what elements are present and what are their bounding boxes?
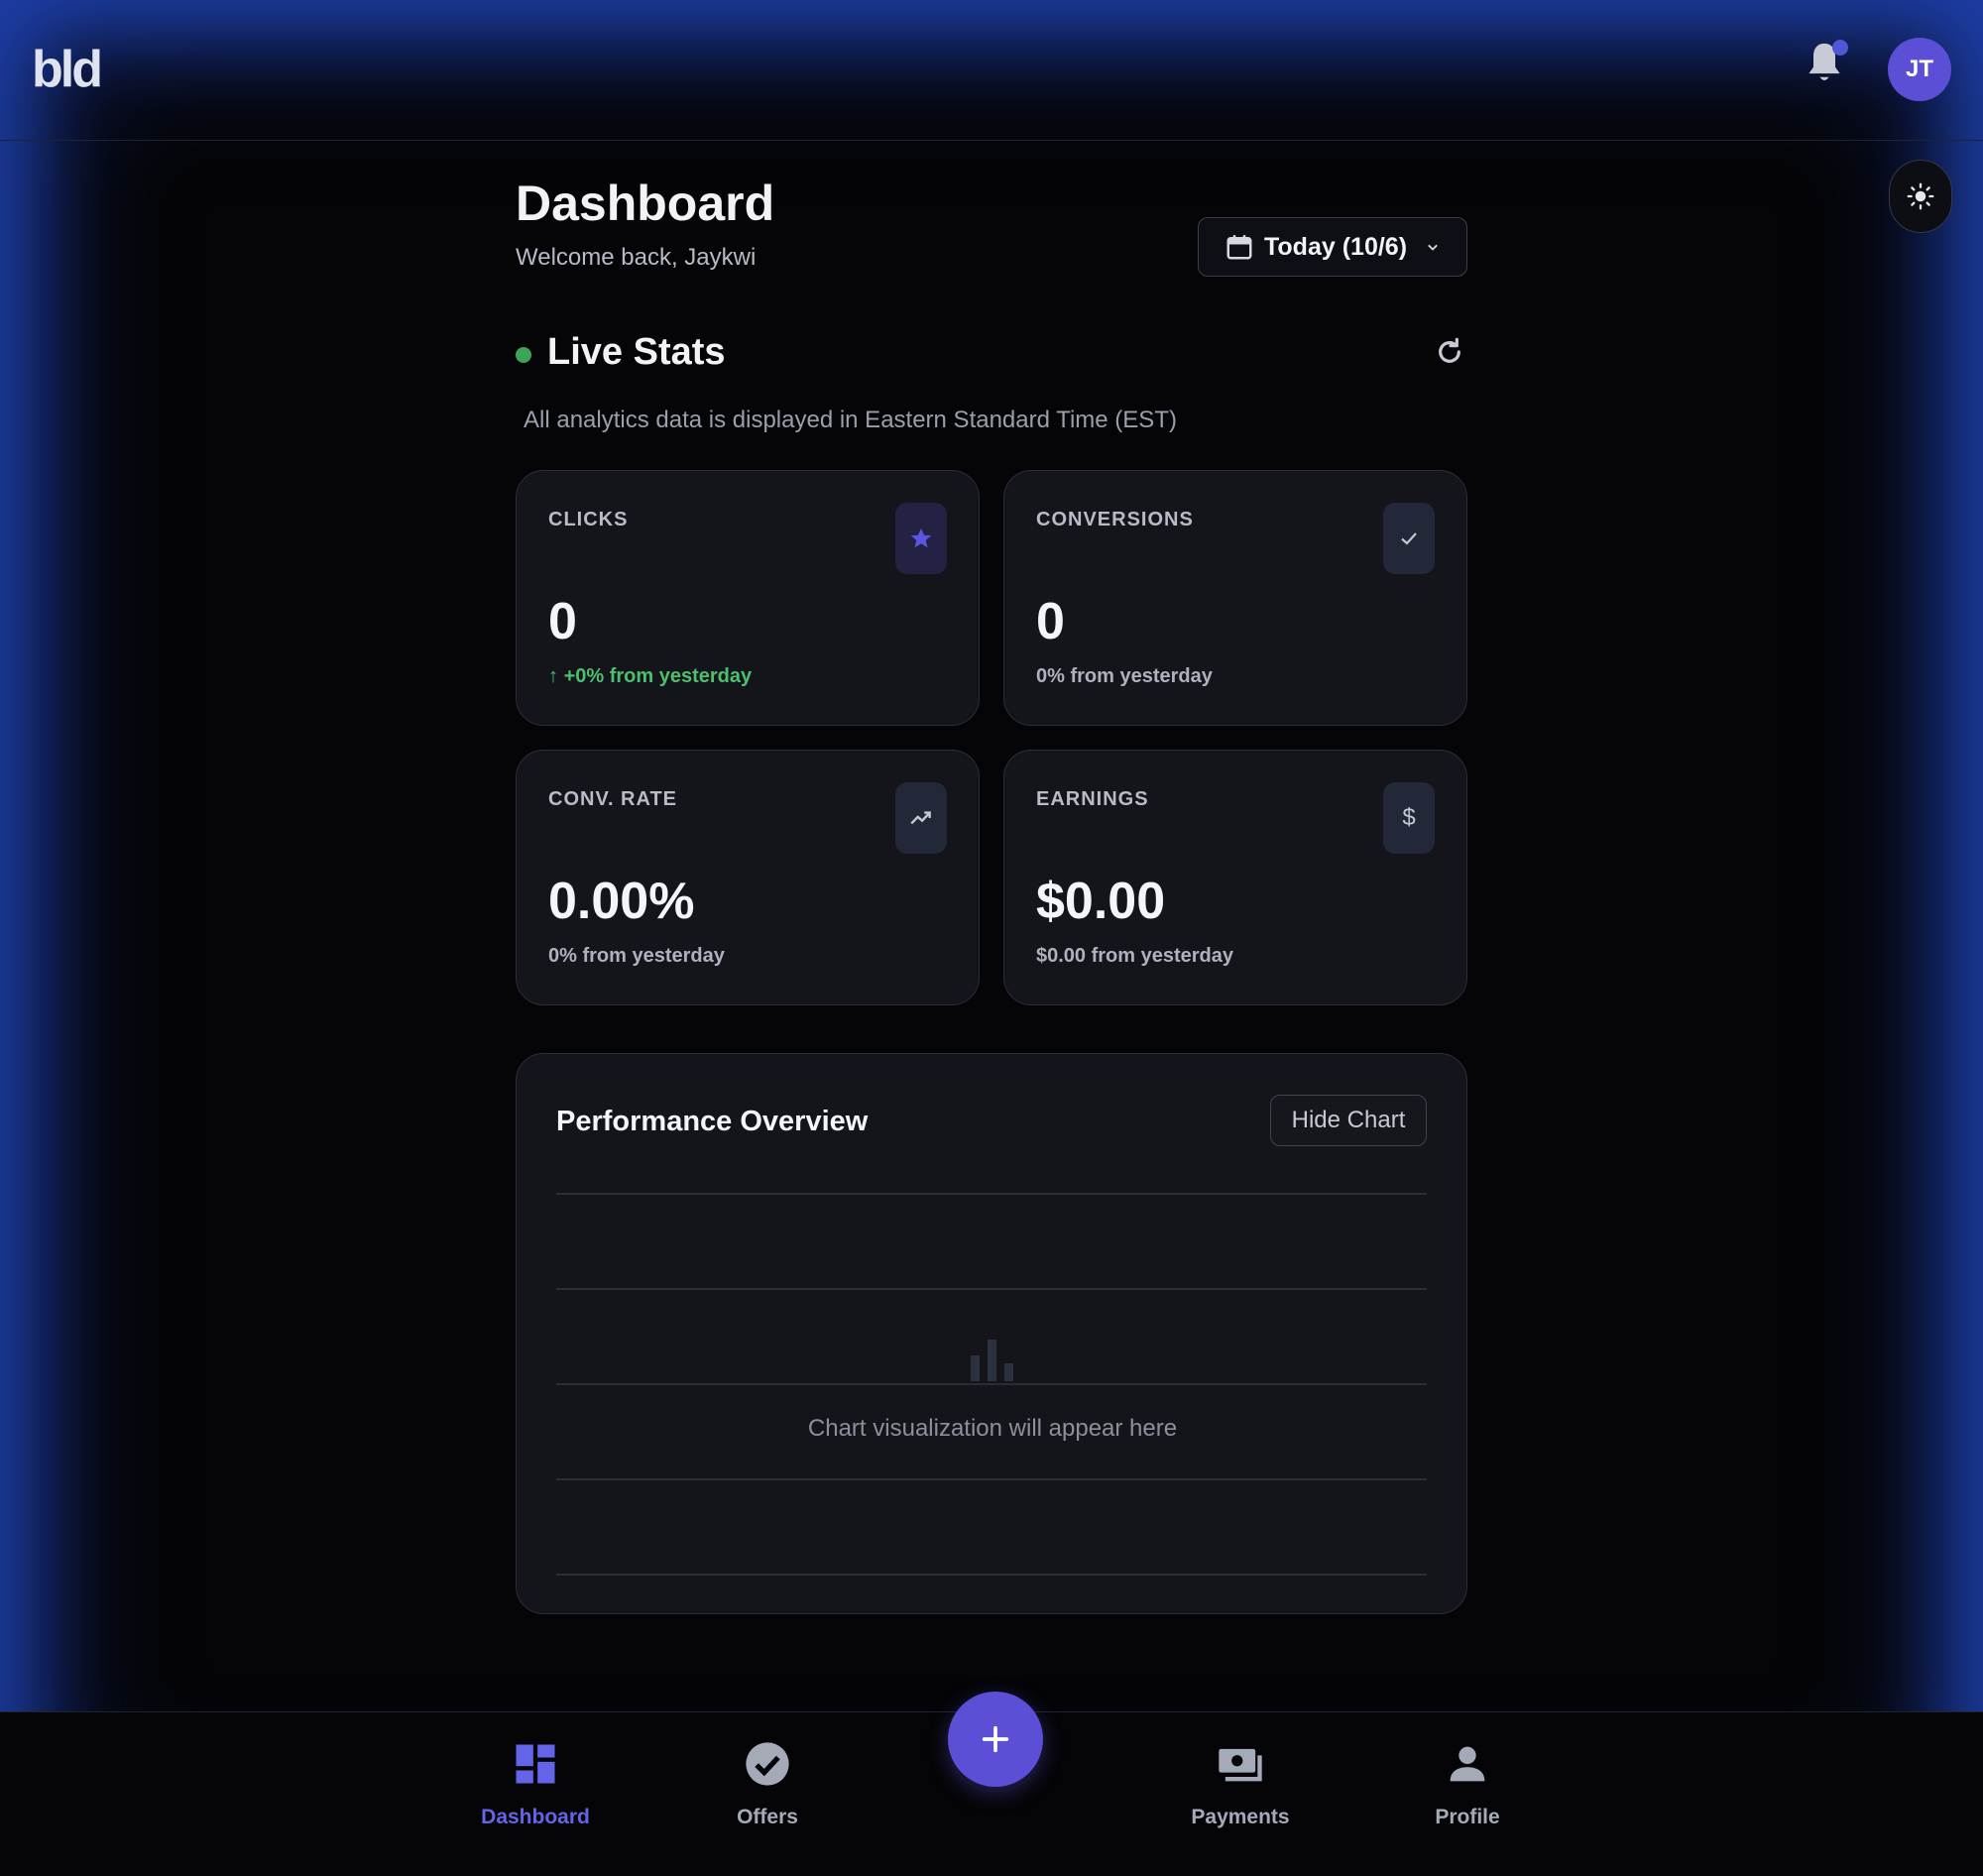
person-icon <box>1450 1746 1485 1782</box>
theme-toggle-button[interactable] <box>1889 160 1952 233</box>
nav-label: Payments <box>1191 1806 1290 1828</box>
stat-card-change: 0% from yesterday <box>548 945 725 967</box>
check-icon <box>1383 503 1435 574</box>
chart-gridline <box>556 1383 1427 1385</box>
performance-title: Performance Overview <box>556 1106 869 1137</box>
dashboard-icon <box>516 1744 555 1784</box>
nav-item-profile[interactable]: Profile <box>1388 1738 1547 1847</box>
date-filter-button[interactable]: Today (10/6) <box>1198 217 1467 277</box>
date-filter-label: Today (10/6) <box>1264 232 1408 261</box>
calendar-icon <box>1226 235 1252 260</box>
stat-card-clicks: CLICKS 0 ↑ +0% from yesterday <box>516 470 980 726</box>
nav-item-payments[interactable]: Payments <box>1161 1738 1320 1847</box>
stat-card-value: $0.00 <box>1036 873 1166 930</box>
performance-overview-panel: Performance Overview Hide Chart Chart vi… <box>516 1053 1467 1614</box>
stat-card-earnings: EARNINGS $ $0.00 $0.00 from yesterday <box>1003 750 1467 1005</box>
add-button[interactable] <box>948 1692 1043 1787</box>
stat-card-value: 0 <box>548 593 577 650</box>
stat-card-change: 0% from yesterday <box>1036 665 1213 687</box>
plus-icon <box>982 1725 1009 1753</box>
arrow-up-icon: ↑ <box>548 665 564 687</box>
app-logo[interactable]: bld <box>32 40 103 99</box>
stat-card-label: EARNINGS <box>1036 788 1149 810</box>
payments-icon <box>1219 1748 1262 1782</box>
stat-card-label: CLICKS <box>548 509 629 530</box>
chart-gridline <box>556 1574 1427 1576</box>
chevron-down-icon <box>1428 244 1438 251</box>
live-indicator <box>516 347 531 363</box>
star-icon <box>895 503 947 574</box>
trending-up-icon <box>895 782 947 854</box>
stat-card-value: 0 <box>1036 593 1065 650</box>
bar-chart-icon <box>971 1340 1013 1381</box>
check-circle-icon <box>746 1742 789 1786</box>
stat-card-label: CONV. RATE <box>548 788 678 810</box>
stat-card-change: $0.00 from yesterday <box>1036 945 1234 967</box>
dollar-icon: $ <box>1383 782 1435 854</box>
welcome-text: Welcome back, Jaykwi <box>516 244 757 271</box>
stat-card-change: ↑ +0% from yesterday <box>548 665 753 687</box>
live-stats-title: Live Stats <box>547 331 726 373</box>
stat-card-value: 0.00% <box>548 873 695 930</box>
chart-placeholder-text: Chart visualization will appear here <box>807 1415 1178 1442</box>
avatar[interactable]: JT <box>1888 38 1951 101</box>
nav-label: Dashboard <box>481 1806 590 1828</box>
sun-icon <box>1907 182 1934 210</box>
stat-card-conversions: CONVERSIONS 0 0% from yesterday <box>1003 470 1467 726</box>
stat-card-conv-rate: CONV. RATE 0.00% 0% from yesterday <box>516 750 980 1005</box>
top-bar: bld JT <box>0 0 1983 141</box>
chart-gridline <box>556 1288 1427 1290</box>
chart-gridline <box>556 1193 1427 1195</box>
nav-item-dashboard[interactable]: Dashboard <box>456 1738 615 1847</box>
refresh-icon[interactable] <box>1434 335 1465 369</box>
nav-label: Profile <box>1435 1806 1500 1828</box>
timezone-note: All analytics data is displayed in Easte… <box>524 407 1177 433</box>
notification-badge <box>1832 40 1848 56</box>
page-title: Dashboard <box>516 176 775 231</box>
chart-gridline <box>556 1478 1427 1480</box>
hide-chart-button[interactable]: Hide Chart <box>1270 1095 1427 1146</box>
stat-card-label: CONVERSIONS <box>1036 509 1194 530</box>
nav-label: Offers <box>737 1806 798 1828</box>
nav-item-offers[interactable]: Offers <box>688 1738 847 1847</box>
